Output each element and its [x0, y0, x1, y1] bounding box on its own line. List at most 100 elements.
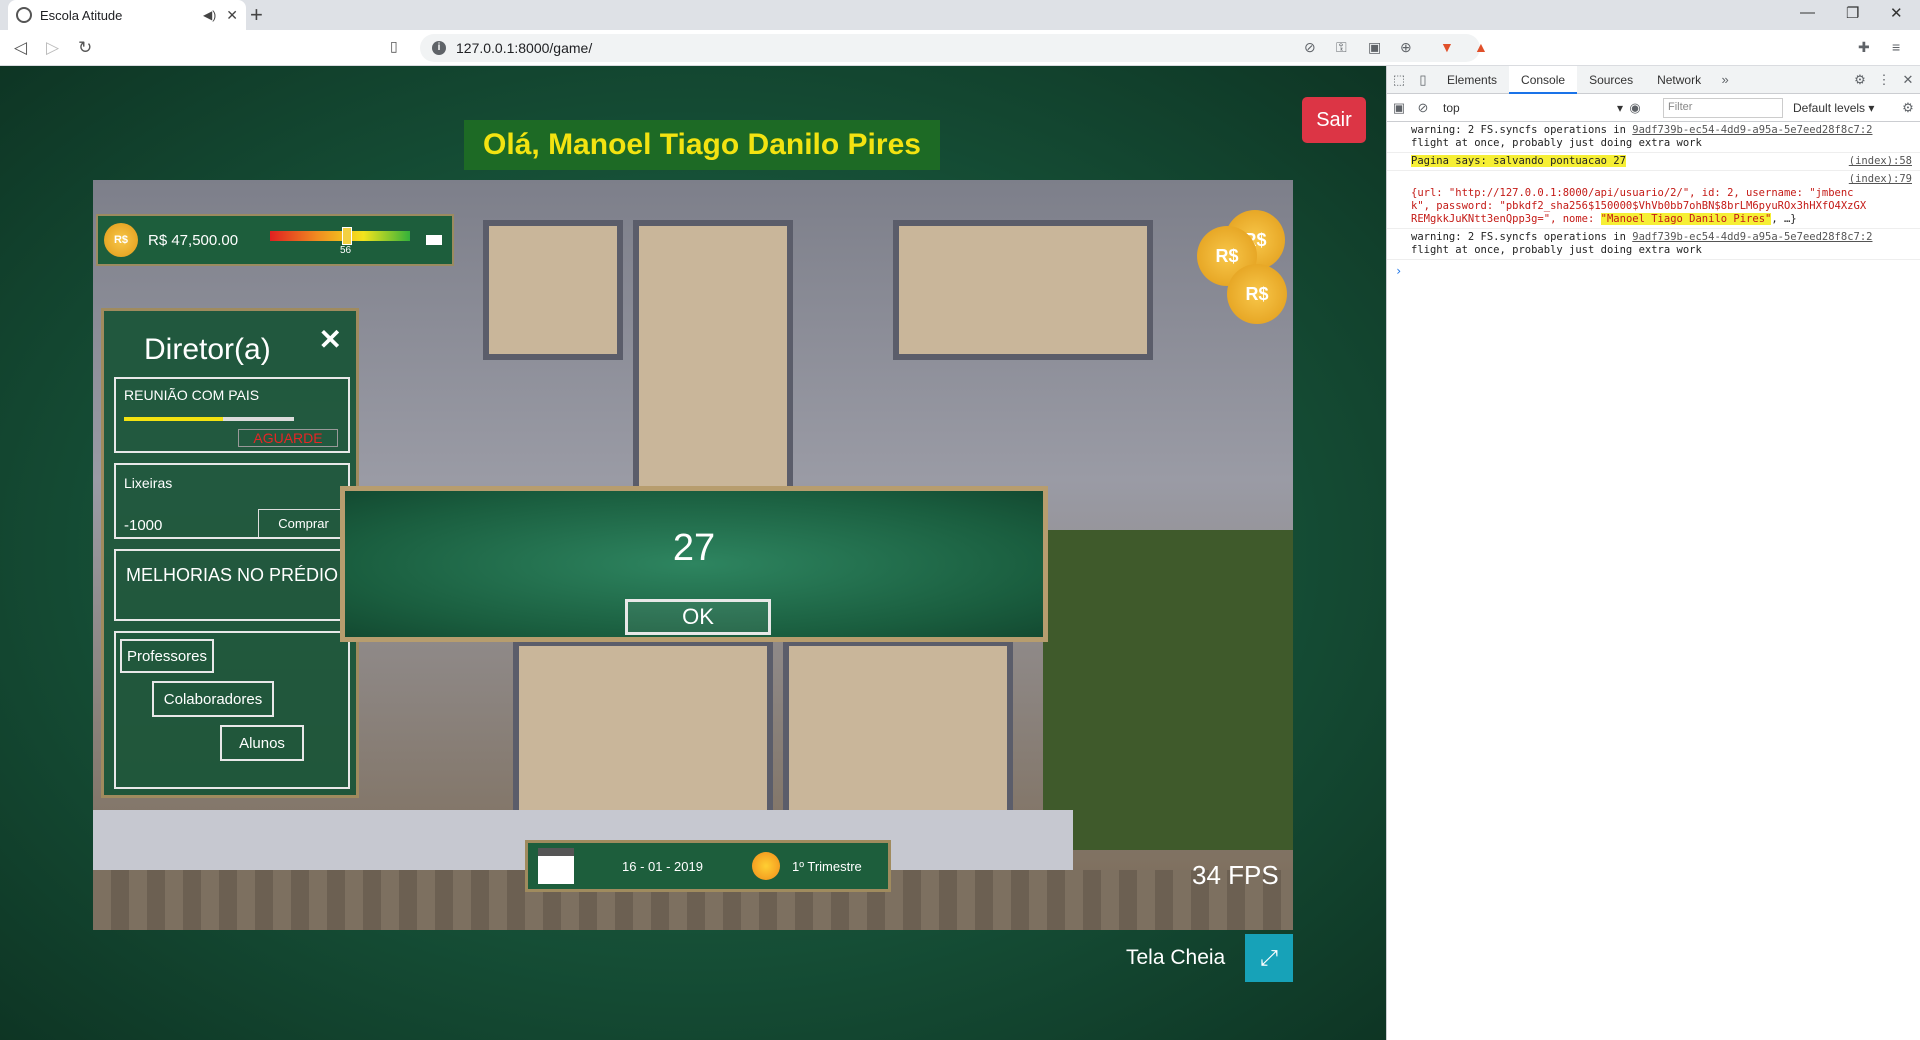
devtools-tabbar: ⬚ ▯ Elements Console Sources Network » ⚙… [1387, 65, 1920, 94]
close-devtools-icon[interactable]: ✕ [1896, 72, 1920, 88]
buy-button[interactable]: Comprar [258, 509, 348, 537]
parents-meeting-card[interactable]: REUNIÃO COM PAIS AGUARDE [114, 377, 350, 453]
term-label: 1º Trimestre [792, 858, 862, 874]
filter-input[interactable]: Filter [1663, 97, 1783, 118]
brave-shield-icon[interactable]: ▼ [1440, 39, 1454, 55]
zoom-icon[interactable]: ⊕ [1400, 39, 1412, 56]
director-panel: Diretor(a) ✕ REUNIÃO COM PAIS AGUARDE Li… [101, 308, 359, 798]
meeting-label: REUNIÃO COM PAIS [124, 387, 260, 403]
context-select[interactable]: top ▾ [1443, 101, 1623, 115]
console-toolbar: ▣ ⊘ top ▾ ◉ Filter Default levels ▾ ⚙ [1387, 94, 1920, 122]
coin-icon: R$ [104, 223, 138, 257]
object-name-value: "Manoel Tiago Danilo Pires" [1600, 213, 1772, 225]
new-tab-icon[interactable]: + [250, 3, 263, 27]
meter-knob [342, 227, 352, 245]
fps-counter: 34 FPS [1192, 860, 1279, 890]
devtools-panel: ⬚ ▯ Elements Console Sources Network » ⚙… [1386, 65, 1920, 1040]
log-levels-select[interactable]: Default levels [1793, 101, 1865, 115]
staff-button[interactable]: Colaboradores [152, 681, 274, 717]
season-sun-icon [752, 852, 780, 880]
settings-gear-icon[interactable]: ⚙ [1848, 72, 1872, 88]
kebab-menu-icon[interactable]: ⋮ [1872, 72, 1896, 88]
ok-button[interactable]: OK [625, 599, 771, 635]
log-text: flight at once, probably just doing extr… [1411, 137, 1702, 149]
coin-icon: R$ [1227, 264, 1287, 324]
console-message: warning: 2 FS.syncfs operations in 9adf7… [1387, 229, 1920, 260]
object-line: REMgkkJuKNtt3enQpp3g=", nome: [1411, 213, 1601, 225]
log-text: warning: 2 FS.syncfs operations in [1411, 231, 1626, 243]
window-close-icon[interactable]: ✕ [1890, 4, 1903, 22]
score-value: 27 [672, 527, 716, 569]
tab-strip: Escola Atitude ◀) ✕ + — ❐ ✕ [0, 0, 1920, 30]
context-value: top [1443, 100, 1460, 115]
browser-tab[interactable]: Escola Atitude ◀) ✕ [8, 0, 246, 30]
bins-price: -1000 [124, 517, 163, 534]
meter-bar [270, 231, 410, 241]
improvements-button[interactable]: MELHORIAS NO PRÉDIO [114, 549, 350, 621]
sidebar-toggle-icon[interactable]: ▣ [1387, 100, 1411, 116]
money-hud: R$ R$ 47,500.00 56 [96, 214, 454, 266]
tab-console[interactable]: Console [1509, 65, 1578, 94]
money-amount: R$ 47,500.00 [148, 231, 239, 249]
key-icon[interactable]: ⚿ [1336, 39, 1347, 56]
clear-console-icon[interactable]: ⊘ [1411, 100, 1435, 116]
score-modal: 27 OK [340, 486, 1048, 642]
speaker-icon[interactable]: ◀) [203, 8, 216, 22]
classroom-floor [893, 220, 1153, 360]
url-text: 127.0.0.1:8000/game/ [456, 40, 593, 56]
log-source-link[interactable]: (index):79 [1849, 173, 1912, 186]
console-message: warning: 2 FS.syncfs operations in 9adf7… [1387, 122, 1920, 153]
meeting-progress-fill [124, 417, 223, 421]
levels-dropdown-icon: ▾ [1865, 100, 1875, 115]
alert-log-text: Pagina says: salvando pontuacao 27 [1411, 155, 1626, 167]
tab-elements[interactable]: Elements [1435, 66, 1509, 94]
staff-group: Professores Colaboradores Alunos [114, 631, 350, 789]
panel-title: Diretor(a) [144, 333, 271, 366]
camera-blocked-icon[interactable]: ⊘ [1304, 39, 1316, 56]
calendar-icon [538, 848, 574, 884]
site-info-icon[interactable]: i [432, 41, 446, 55]
restore-icon[interactable]: ❐ [1846, 4, 1859, 22]
satisfaction-meter: 56 [270, 225, 410, 256]
hallway-floor [633, 220, 793, 520]
tab-network[interactable]: Network [1645, 66, 1713, 94]
log-text: warning: 2 FS.syncfs operations in [1411, 124, 1626, 136]
back-icon[interactable]: ◁ [14, 38, 27, 58]
site-favicon-icon [16, 7, 32, 23]
menu-icon[interactable]: ≡ [1892, 39, 1900, 55]
device-toggle-icon[interactable]: ▯ [1411, 72, 1435, 88]
brave-rewards-icon[interactable]: ▲ [1474, 39, 1488, 55]
console-settings-icon[interactable]: ⚙ [1896, 100, 1920, 116]
fullscreen-button[interactable]: ⤢ [1245, 934, 1293, 982]
log-text: flight at once, probably just doing extr… [1411, 244, 1702, 256]
teachers-button[interactable]: Professores [120, 639, 214, 673]
tab-sources[interactable]: Sources [1577, 66, 1645, 94]
translate-icon[interactable]: ▣ [1368, 39, 1381, 56]
log-source-link[interactable]: (index):58 [1849, 155, 1912, 168]
current-date: 16 - 01 - 2019 [622, 858, 703, 874]
close-tab-icon[interactable]: ✕ [226, 7, 238, 24]
forward-icon[interactable]: ▷ [46, 38, 59, 58]
minimize-icon[interactable]: — [1800, 4, 1815, 21]
more-tabs-icon[interactable]: » [1713, 72, 1737, 87]
log-source-link[interactable]: 9adf739b-ec54-4dd9-a95a-5e7eed28f8c7:2 [1632, 124, 1872, 136]
bookmark-icon[interactable]: ▯ [390, 38, 398, 55]
students-button[interactable]: Alunos [220, 725, 304, 761]
inspect-icon[interactable]: ⬚ [1387, 72, 1411, 88]
exit-button[interactable]: Sair [1302, 97, 1366, 143]
log-line: warning: 2 FS.syncfs operations in 9adf7… [1411, 124, 1912, 137]
eye-icon[interactable]: ◉ [1623, 100, 1647, 116]
address-bar[interactable]: i 127.0.0.1:8000/game/ [420, 34, 1480, 62]
extensions-icon[interactable]: ✚ [1858, 39, 1870, 56]
game-page: Sair Olá, Manoel Tiago Danilo Pires R$ R… [0, 66, 1386, 1040]
expand-icon: ⤢ [1260, 945, 1278, 970]
grass-area [1043, 530, 1293, 850]
console-object-message[interactable]: (index):79 {url: "http://127.0.0.1:8000/… [1387, 171, 1920, 229]
close-icon[interactable]: ✕ [319, 323, 342, 356]
log-source-link[interactable]: 9adf739b-ec54-4dd9-a95a-5e7eed28f8c7:2 [1632, 231, 1872, 243]
reload-icon[interactable]: ↻ [78, 38, 92, 58]
coins-decoration: R$ R$ R$ [1197, 210, 1293, 340]
meeting-progress [124, 417, 294, 421]
meeting-status: AGUARDE [238, 429, 338, 447]
console-prompt[interactable]: › [1387, 260, 1920, 282]
